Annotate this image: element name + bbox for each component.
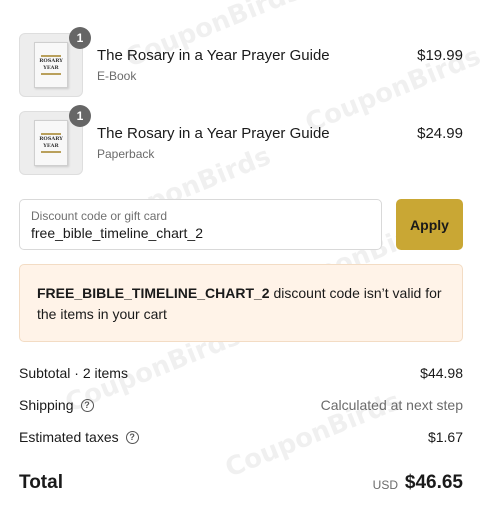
discount-code-input[interactable]: Discount code or gift card free_bible_ti… [19,199,382,250]
quantity-badge: 1 [69,105,91,127]
product-thumbnail: ROSARY YEAR 1 [19,27,91,97]
discount-field-label: Discount code or gift card [31,209,168,223]
quantity-badge: 1 [69,27,91,49]
item-variant: E-Book [97,69,137,83]
book-cover-image: ROSARY YEAR [34,120,68,166]
subtotal-label: Subtotal · 2 items [19,365,128,381]
cart-item: ROSARY YEAR 1 The Rosary in a Year Praye… [19,27,463,97]
taxes-value: $1.67 [427,429,463,445]
total-value: $46.65 [404,472,463,493]
total-currency: USD [372,478,398,492]
help-icon[interactable]: ? [80,398,94,412]
shipping-value: Calculated at next step [320,397,463,413]
cart-item: ROSARY YEAR 1 The Rosary in a Year Praye… [19,105,463,175]
item-variant: Paperback [97,147,155,161]
item-title: The Rosary in a Year Prayer Guide [97,47,330,64]
shipping-label-group: Shipping ? [19,397,94,413]
total-label: Total [19,472,63,493]
product-thumbnail: ROSARY YEAR 1 [19,105,91,175]
shipping-label: Shipping [19,397,74,413]
discount-field-value[interactable]: free_bible_timeline_chart_2 [31,225,203,241]
discount-error-message: FREE_BIBLE_TIMELINE_CHART_2 discount cod… [19,264,463,342]
item-title: The Rosary in a Year Prayer Guide [97,125,330,142]
help-icon[interactable]: ? [125,430,139,444]
apply-button[interactable]: Apply [396,199,463,250]
item-price: $19.99 [417,47,463,64]
item-price: $24.99 [417,125,463,142]
book-cover-image: ROSARY YEAR [34,42,68,88]
error-discount-code: FREE_BIBLE_TIMELINE_CHART_2 [37,285,270,301]
taxes-label-group: Estimated taxes ? [19,429,139,445]
taxes-label: Estimated taxes [19,429,119,445]
subtotal-value: $44.98 [420,365,463,381]
